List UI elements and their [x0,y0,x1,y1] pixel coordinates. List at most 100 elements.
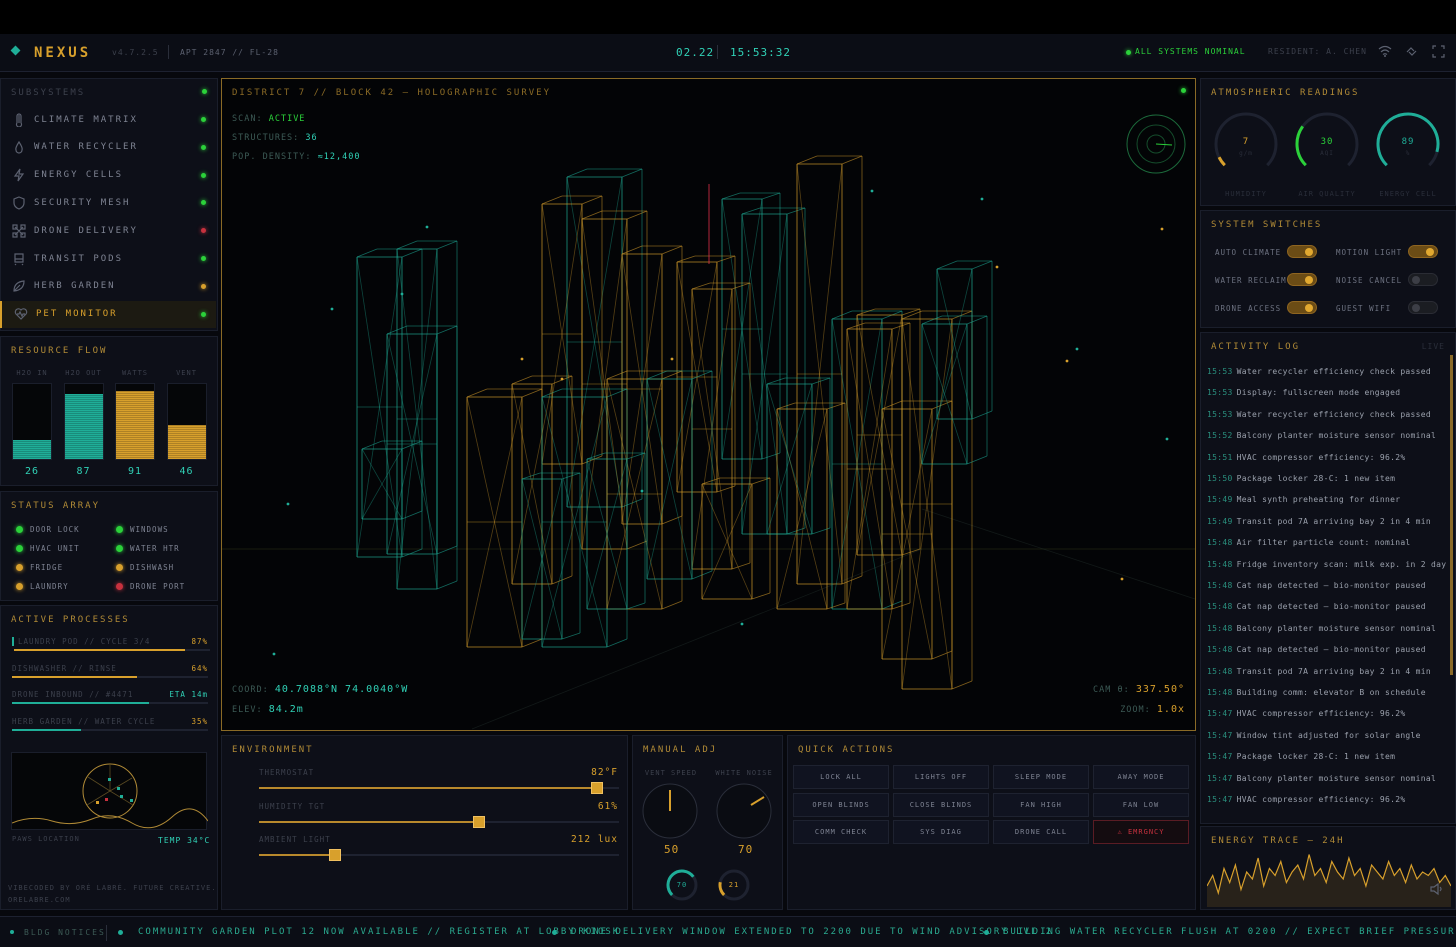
subsystem-status-dot [201,311,206,317]
scan-readout: SCAN: ACTIVE [232,114,305,124]
toggle-knob [1412,304,1420,312]
pet-location-map [11,752,209,830]
subsystem-item-transit-pods[interactable]: TRANSIT PODS [0,245,216,272]
status-dot [116,583,123,590]
quick-action-lights-off-button[interactable]: LIGHTS OFF [893,765,989,789]
fullscreen-icon[interactable] [1432,45,1445,58]
subsystem-item-energy-cells[interactable]: ENERGY CELLS [0,162,216,189]
survey-viewport[interactable]: DISTRICT 7 // BLOCK 42 — HOLOGRAPHIC SUR… [221,78,1196,731]
date: 02.22 [676,46,715,59]
activity-log-panel[interactable]: ACTIVITY LOG LIVE [1200,332,1456,824]
top-band [0,0,1456,34]
log-time: 15:52 [1207,431,1233,441]
quick-action-lock-all-button[interactable]: LOCK ALL [793,765,889,789]
log-time: 15:48 [1207,538,1233,548]
slider-fill [259,787,598,789]
slider-value: 212 lux [570,834,618,845]
process-track [12,702,208,704]
log-scrollbar[interactable] [1450,355,1453,675]
quick-action-fan-low-button[interactable]: FAN LOW [1093,792,1189,817]
process-item[interactable]: DISHWASHER // RINSE 64% [12,664,208,678]
gauge-unit: AQI [1320,150,1334,157]
slider-track[interactable] [259,849,619,861]
resource-bar-fill [13,439,51,459]
star-particle [740,622,744,626]
slider-thumb[interactable] [472,815,485,828]
subsystem-label: HERB GARDEN [34,281,116,292]
vent-speed-knob[interactable] [641,782,699,840]
quick-action-close-blinds-button[interactable]: CLOSE BLINDS [893,792,989,817]
status-label: DRONE PORT [130,582,186,591]
subsystem-item-climate-matrix[interactable]: CLIMATE MATRIX [0,106,216,133]
star-particle [1165,437,1169,441]
log-entry: 15:48 Cat nap detected — bio-monitor paus… [1207,602,1447,611]
log-entry: 15:48 Transit pod 7A arriving bay 2 in 4 … [1207,667,1447,676]
slider-thumb[interactable] [328,849,341,861]
subsystem-label: SECURITY MESH [34,197,131,208]
subsystem-item-pet-monitor[interactable]: PET MONITOR [0,300,216,328]
quick-action-drone-call-button[interactable]: DRONE CALL [993,820,1089,844]
log-entry: 15:47 Window tint adjusted for solar angl… [1207,731,1447,740]
thermometer-icon [15,112,23,127]
subsystem-item-water-recycler[interactable]: WATER RECYCLER [0,134,216,161]
log-text: Cat nap detected — bio-monitor paused [1236,645,1426,655]
log-time: 15:49 [1207,495,1233,505]
log-time: 15:53 [1207,367,1233,376]
gauge-value: 7 [1242,137,1250,147]
wifi-icon[interactable] [1378,45,1392,57]
link-icon[interactable] [1405,45,1418,58]
coord-value: 40.7088°N 74.0040°W [274,684,409,695]
resource-bar [12,383,52,460]
star-particle [870,189,874,193]
switch-guest-wifi-toggle[interactable] [1408,301,1438,314]
credit-line-2[interactable]: ORELABRE.COM [8,896,71,904]
process-value: 87% [191,637,208,646]
quick-action-comm-check-button[interactable]: COMM CHECK [793,820,889,844]
quick-action-sys-diag-button[interactable]: SYS DIAG [893,820,989,844]
status-dot [16,583,23,590]
slider-track[interactable] [259,782,619,794]
quick-action-away-mode-button[interactable]: AWAY MODE [1093,765,1189,789]
mini-gauge-amber-value: 21 [728,881,740,889]
subsystem-item-security-mesh[interactable]: SECURITY MESH [0,189,216,216]
building-wireframe [356,248,378,258]
droplet-icon [15,141,23,154]
status-label: LAUNDRY [30,582,69,591]
slider-track[interactable] [259,815,619,828]
white-noise-knob[interactable] [715,782,773,840]
switch-motion-light-toggle[interactable] [1408,245,1438,258]
gauge-value: 89 [1401,137,1415,147]
building-wireframe [436,325,458,335]
radar-icon [1126,114,1186,174]
log-text: HVAC compressor efficiency: 96.2% [1236,709,1406,719]
switch-drone-access-toggle[interactable] [1287,301,1317,314]
elev-value: 84.2m [268,704,304,715]
resource-bar-value: 26 [24,466,40,477]
density-label: POP. DENSITY: [232,152,312,162]
switch-water-reclaim-toggle[interactable] [1287,273,1317,286]
log-text: Transit pod 7A arriving bay 2 in 4 min [1236,516,1432,526]
subsystem-item-herb-garden[interactable]: HERB GARDEN [0,273,216,300]
quick-action-emrgncy-button[interactable]: ⚠ EMRGNCY [1093,820,1189,844]
building-wireframe [661,245,683,255]
building-wireframe [931,650,953,660]
subsystem-label: DRONE DELIVERY [34,225,138,236]
ticker-dot [10,930,14,934]
quick-action-sleep-mode-button[interactable]: SLEEP MODE [993,765,1089,789]
quick-action-open-blinds-button[interactable]: OPEN BLINDS [793,792,889,817]
building-wireframe [716,255,736,263]
log-text: Display: fullscreen mode engaged [1236,388,1401,398]
speaker-icon[interactable] [1429,882,1443,896]
slider-thumb[interactable] [591,782,604,794]
process-item[interactable]: HERB GARDEN // WATER CYCLE 35% [12,717,208,731]
process-item[interactable]: DRONE INBOUND // #4471 ETA 14m [12,690,208,704]
toggle-knob [1412,276,1420,284]
switch-noise-cancel-toggle[interactable] [1408,273,1438,286]
status-item-fridge: FRIDGE [16,563,63,572]
building-wireframe [396,240,418,250]
quick-action-fan-high-button[interactable]: FAN HIGH [993,792,1089,817]
switch-auto-climate-toggle[interactable] [1287,245,1317,258]
subsystem-item-drone-delivery[interactable]: DRONE DELIVERY [0,217,216,244]
energy-trace-title: ENERGY TRACE — 24H [1211,836,1345,846]
process-item[interactable]: LAUNDRY POD // CYCLE 3/4 87% [12,637,210,651]
